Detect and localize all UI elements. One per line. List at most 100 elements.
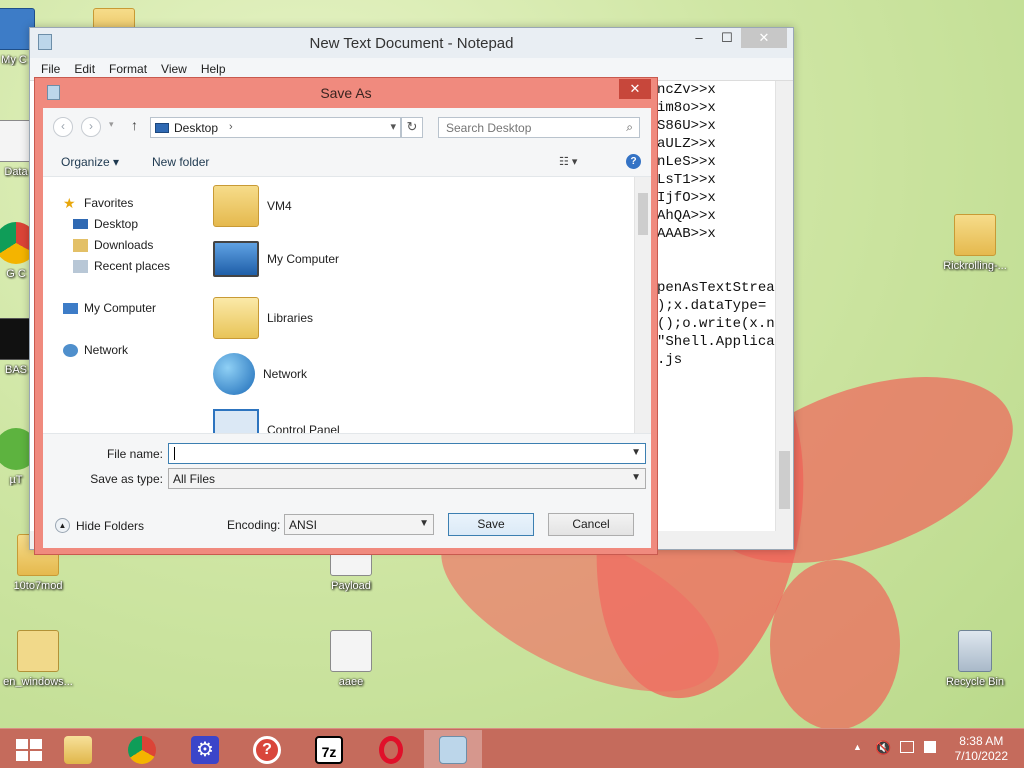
chevron-down-icon[interactable]: ▼ [419,518,429,529]
text-cursor [174,447,175,460]
search-box[interactable]: ⌕ [438,117,640,138]
downloads-icon [73,238,88,252]
clock-date: 7/10/2022 [954,749,1008,763]
notepad-title-bar[interactable]: New Text Document - Notepad – ☐ ✕ [30,28,793,58]
nav-recent-places[interactable]: Recent places [73,259,170,273]
help-icon: ? [253,735,281,764]
desktop-icon-aaee[interactable]: aaee [313,630,389,688]
action-center-icon[interactable] [924,741,936,753]
list-item-network[interactable]: Network [213,353,307,395]
desktop-icon [73,219,88,229]
nav-desktop[interactable]: Desktop [73,217,138,231]
folder-icon [954,214,996,256]
desktop-icon-rickrolling[interactable]: Rickrolling-... [937,214,1013,272]
save-as-type-select[interactable]: All Files ▼ [168,468,646,489]
close-dialog-button[interactable]: ✕ [619,79,651,99]
organize-button[interactable]: Organize ▾ [61,155,119,169]
file-name-field[interactable]: ▼ [168,443,646,464]
back-button[interactable]: ‹ [53,117,73,137]
hide-folders-label: Hide Folders [76,518,145,533]
address-dropdown-icon[interactable]: ▾ [390,120,396,133]
nav-network[interactable]: Network [63,343,128,357]
taskbar-notepad[interactable] [424,730,482,768]
clock-time: 8:38 AM [959,734,1004,748]
encoding-label: Encoding: [227,518,281,532]
maximize-button[interactable]: ☐ [713,28,741,48]
list-item-label: Network [263,367,308,381]
list-item-label: VM4 [267,199,292,213]
show-hidden-icons-icon[interactable]: ▲ [853,742,862,752]
taskbar-help[interactable]: ? [238,730,296,768]
opera-icon [379,735,403,764]
chrome-icon [128,735,156,764]
network-icon [213,353,255,395]
scrollbar-thumb[interactable] [779,451,790,509]
taskbar-file-explorer[interactable] [49,730,107,768]
nav-recent-places-label: Recent places [94,259,171,273]
command-bar: Organize ▾ New folder ☷ ▾ ? [43,148,651,176]
list-item-libraries[interactable]: Libraries [213,297,313,339]
nav-network-label: Network [84,343,129,357]
desktop-icon-iso[interactable]: en_windows... [0,630,76,688]
save-as-type-value: All Files [173,472,216,486]
taskbar-7zip[interactable]: 7z [300,730,358,768]
scrollbar-thumb[interactable] [638,193,648,235]
text-line: IjfO>>x [657,190,716,206]
text-line: aULZ>>x [657,136,716,152]
list-item-my-computer[interactable]: My Computer [213,241,339,277]
system-tray: ▲ 🔇 [850,729,950,768]
network-tray-icon[interactable] [900,741,914,753]
notepad-title: New Text Document - Notepad [309,35,514,52]
new-folder-button[interactable]: New folder [152,155,209,169]
text-line: );x.dataType= [657,298,767,314]
view-options-icon[interactable]: ☷ ▾ [559,155,577,168]
clock[interactable]: 8:38 AM 7/10/2022 [955,734,1008,764]
chevron-down-icon[interactable]: ▼ [631,472,641,483]
nav-favorites-label: Favorites [84,196,134,210]
nav-downloads[interactable]: Downloads [73,238,153,252]
list-item-vm4[interactable]: VM4 [213,185,292,227]
pane-bottom-divider: File name: ▼ Save as type: All Files ▼ [43,433,651,503]
address-bar[interactable]: Desktop › ▾ [150,117,401,138]
volume-muted-icon[interactable]: 🔇 [875,740,891,756]
nav-favorites[interactable]: ★ Favorites [63,196,134,211]
save-button[interactable]: Save [448,513,534,536]
navigation-bar: ‹ › ▾ ↑ Desktop › ▾ ↻ ⌕ [43,108,651,148]
refresh-button[interactable]: ↻ [401,117,423,138]
minimize-button[interactable]: – [685,28,713,48]
desktop-icon-recycle-bin[interactable]: Recycle Bin [937,630,1013,688]
save-as-title-bar[interactable]: Save As ✕ [35,78,657,108]
notepad-vertical-scrollbar[interactable] [775,81,793,531]
close-button[interactable]: ✕ [741,28,787,48]
help-icon[interactable]: ? [626,154,641,169]
save-as-type-label: Save as type: [90,472,163,486]
address-location: Desktop [174,121,219,135]
up-arrow-icon[interactable]: ↑ [131,117,138,133]
text-line: ncZv>>x [657,82,716,98]
text-line: nLeS>>x [657,154,716,170]
cancel-button[interactable]: Cancel [548,513,634,536]
taskbar-settings[interactable]: ⚙ [176,730,234,768]
network-icon [63,343,78,357]
text-line: .js [657,352,683,368]
list-item-label: Control Panel [267,423,340,433]
encoding-select[interactable]: ANSI ▼ [284,514,434,535]
7zip-icon: 7z [315,735,343,764]
search-icon[interactable]: ⌕ [626,120,633,135]
browser-pane: ★ Favorites Desktop Downloads Recent pla… [43,176,651,503]
script-icon [330,630,372,672]
nav-my-computer[interactable]: My Computer [63,301,156,315]
text-line: im8o>>x [657,100,716,116]
recent-locations-chevron-icon[interactable]: ▾ [109,119,114,130]
nav-desktop-label: Desktop [94,217,139,231]
breadcrumb-chevron-icon[interactable]: › [229,121,233,133]
list-item-control-panel[interactable]: Control Panel [213,409,340,433]
taskbar-opera[interactable] [362,730,420,768]
encoding-value: ANSI [289,518,318,532]
file-list-scrollbar[interactable] [634,177,651,433]
search-input[interactable] [439,118,609,137]
taskbar-chrome[interactable] [113,730,171,768]
hide-folders-button[interactable]: ▲ Hide Folders [55,518,144,533]
forward-button[interactable]: › [81,117,101,137]
chevron-down-icon[interactable]: ▼ [631,447,641,458]
